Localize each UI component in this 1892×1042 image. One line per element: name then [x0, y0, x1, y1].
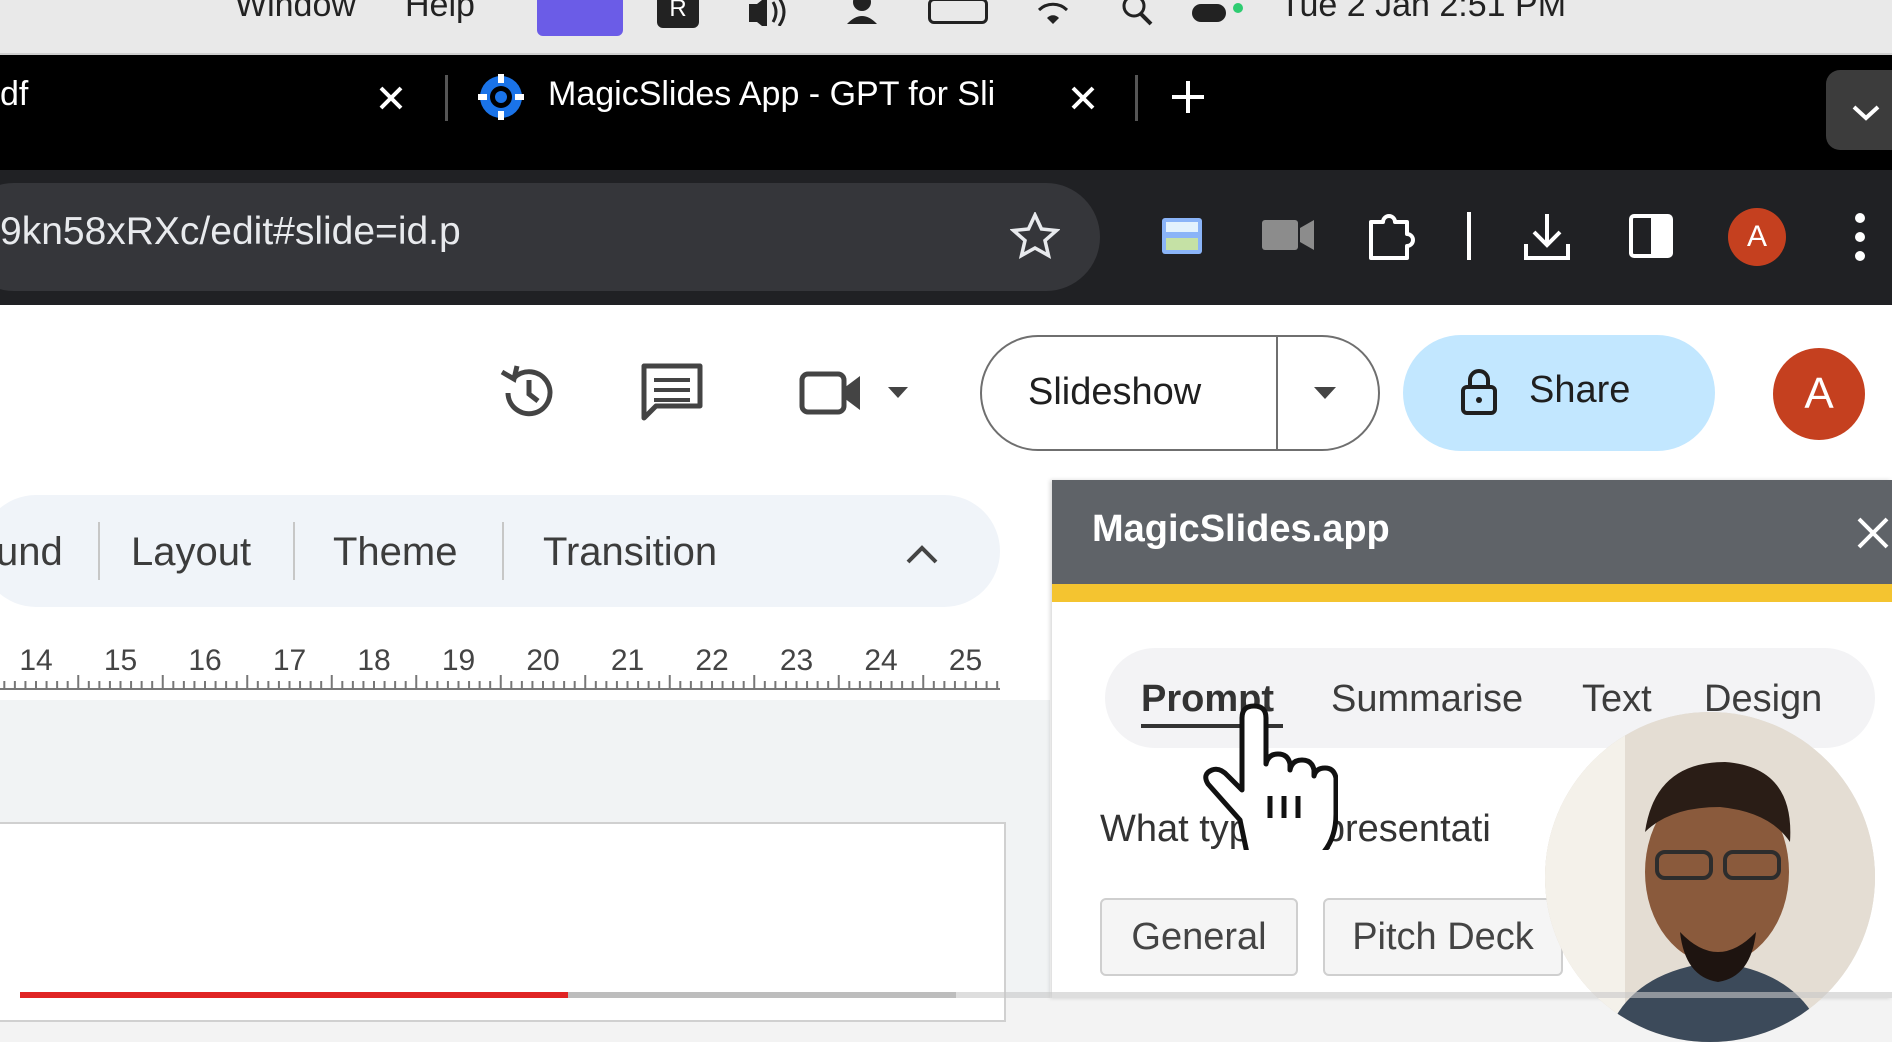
- spotlight-search-icon[interactable]: [1120, 0, 1156, 28]
- screen-share-status-icon[interactable]: [537, 0, 623, 36]
- magicslides-favicon-icon: [478, 74, 524, 120]
- recorder-app-icon[interactable]: R: [657, 0, 699, 28]
- chip-general[interactable]: General: [1100, 898, 1298, 976]
- ruler-label: 23: [780, 644, 813, 677]
- collapse-toolbar-chevron-up-icon[interactable]: [905, 542, 939, 566]
- url-text[interactable]: 9kn58xRXc/edit#slide=id.p: [0, 210, 461, 254]
- ruler-label: 14: [19, 644, 52, 677]
- chip-pitch-deck[interactable]: Pitch Deck: [1323, 898, 1563, 976]
- close-tab-icon[interactable]: [373, 80, 409, 116]
- user-icon[interactable]: [845, 0, 879, 26]
- ruler-label: 18: [357, 644, 390, 677]
- volume-icon[interactable]: [745, 0, 793, 30]
- ruler-label: 16: [188, 644, 221, 677]
- slideshow-button[interactable]: Slideshow: [980, 335, 1380, 451]
- version-history-icon[interactable]: [498, 362, 560, 424]
- toolbar-divider: [293, 522, 295, 580]
- ruler-label: 15: [104, 644, 137, 677]
- ruler-label: 24: [864, 644, 897, 677]
- tab-separator: [445, 75, 448, 121]
- comments-icon[interactable]: [640, 362, 704, 424]
- bookmark-star-icon[interactable]: [1009, 210, 1061, 262]
- downloads-icon[interactable]: [1522, 210, 1572, 262]
- share-button[interactable]: Share: [1403, 335, 1715, 451]
- panel-accent-bar: [1052, 584, 1892, 602]
- meet-dropdown-icon[interactable]: [886, 384, 910, 400]
- tab-text[interactable]: Text: [1582, 678, 1652, 721]
- tab-separator: [1135, 75, 1138, 121]
- tab-search-button[interactable]: [1826, 70, 1892, 150]
- lock-icon: [1459, 367, 1499, 417]
- extension-image-icon[interactable]: [1160, 216, 1204, 256]
- toolbar-theme-button[interactable]: Theme: [333, 530, 458, 575]
- split-divider: [1276, 337, 1278, 449]
- side-panel-icon[interactable]: [1628, 213, 1674, 259]
- tab-title-pdf[interactable]: df: [0, 75, 28, 114]
- meet-camera-icon[interactable]: [798, 368, 864, 418]
- close-tab-icon[interactable]: [1065, 80, 1101, 116]
- toolbar-layout-button[interactable]: Layout: [131, 530, 251, 575]
- new-tab-plus-icon[interactable]: [1168, 77, 1208, 117]
- hand-pointer-cursor-icon: [1198, 700, 1339, 861]
- ruler-label: 22: [695, 644, 728, 677]
- ruler-label: 20: [526, 644, 559, 677]
- control-center-icon[interactable]: [1190, 0, 1246, 26]
- ruler-label: 19: [442, 644, 475, 677]
- account-avatar[interactable]: A: [1773, 348, 1865, 440]
- toolbar-transition-button[interactable]: Transition: [543, 530, 717, 575]
- toolbar-divider: [502, 522, 504, 580]
- tab-title-magicslides: MagicSlides App - GPT for Sli: [548, 75, 996, 113]
- slideshow-label: Slideshow: [1028, 371, 1202, 413]
- macos-menu-bar: Window Help R Tue 2 Jan 2:51 PM: [0, 0, 1892, 55]
- panel-title: MagicSlides.app: [1092, 508, 1390, 550]
- toolbar-divider: [1467, 212, 1471, 260]
- menu-help[interactable]: Help: [405, 0, 475, 25]
- menu-window[interactable]: Window: [235, 0, 356, 25]
- browser-profile-avatar[interactable]: A: [1728, 208, 1786, 266]
- ruler-label: 17: [273, 644, 306, 677]
- slideshow-dropdown-icon[interactable]: [1312, 385, 1338, 401]
- wifi-icon[interactable]: [1035, 0, 1071, 26]
- video-progress-played: [20, 992, 569, 998]
- ruler-label: 21: [611, 644, 644, 677]
- panel-close-icon[interactable]: [1855, 515, 1891, 551]
- browser-menu-kebab-icon[interactable]: [1850, 210, 1870, 264]
- camera-extension-icon[interactable]: [1260, 216, 1316, 254]
- battery-icon[interactable]: [928, 0, 988, 24]
- toolbar-background-button[interactable]: und: [0, 530, 63, 575]
- tab-active[interactable]: MagicSlides App - GPT for Sli: [548, 75, 1028, 114]
- ruler-label: 25: [949, 644, 982, 677]
- menu-bar-clock[interactable]: Tue 2 Jan 2:51 PM: [1280, 0, 1566, 25]
- share-label: Share: [1529, 369, 1631, 411]
- browser-tab-strip: df MagicSlides App - GPT for Sli: [0, 55, 1892, 170]
- horizontal-ruler: 14 15 16 17 18 19 20 21 22 23 24 25: [0, 630, 1010, 694]
- tab-summarise[interactable]: Summarise: [1331, 678, 1523, 721]
- extensions-puzzle-icon[interactable]: [1365, 210, 1419, 262]
- toolbar-divider: [98, 522, 100, 580]
